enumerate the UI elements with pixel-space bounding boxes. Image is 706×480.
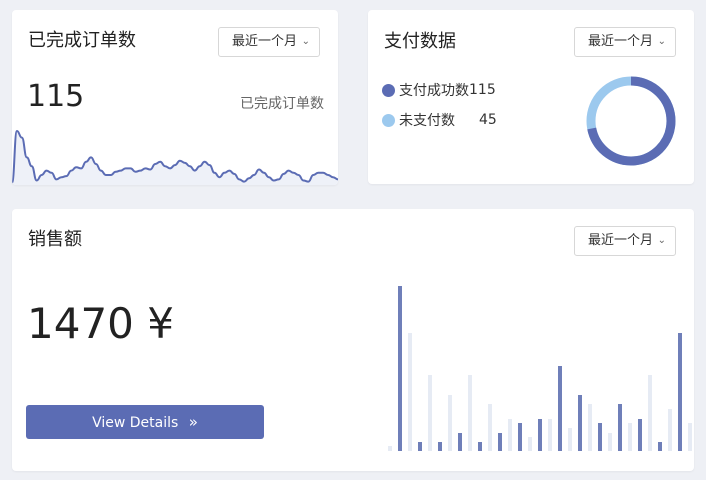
- sales-bar: [488, 404, 492, 451]
- legend-dot-success: [382, 83, 395, 97]
- legend-dot-unpaid: [382, 113, 395, 127]
- orders-caption: 已完成订单数: [240, 96, 324, 112]
- legend-success-value: 115: [469, 82, 496, 98]
- orders-card: 已完成订单数 最近一个月 ⌄ 115 已完成订单数: [12, 10, 338, 185]
- sales-bar: [628, 423, 632, 451]
- orders-range-value: 最近一个月: [232, 34, 298, 49]
- sales-bar: [518, 423, 522, 451]
- sales-bar: [428, 375, 432, 451]
- sales-bar: [608, 433, 612, 451]
- sales-bar: [558, 366, 562, 451]
- sales-bar: [448, 395, 452, 451]
- payments-range-select[interactable]: 最近一个月 ⌄: [574, 27, 676, 57]
- legend-success-label: 支付成功数: [399, 83, 469, 99]
- sales-bar: [508, 419, 512, 451]
- legend-unpaid-label: 未支付数: [399, 113, 455, 129]
- sales-bar: [598, 423, 602, 451]
- sales-bar: [678, 333, 682, 451]
- sales-bar: [658, 442, 662, 451]
- legend-unpaid: 未支付数 45: [382, 110, 497, 130]
- payments-range-value: 最近一个月: [588, 34, 654, 49]
- legend-unpaid-value: 45: [479, 112, 497, 128]
- legend-success: 支付成功数 115: [382, 80, 496, 100]
- sales-bar: [468, 375, 472, 451]
- sales-bar: [528, 437, 532, 451]
- sales-bar: [498, 433, 502, 451]
- view-details-button[interactable]: View Details »: [26, 405, 264, 439]
- orders-range-select[interactable]: 最近一个月 ⌄: [218, 27, 320, 57]
- sales-bar: [578, 395, 582, 451]
- sales-bar: [548, 419, 552, 451]
- sales-bar: [478, 442, 482, 451]
- payments-card-title: 支付数据: [384, 31, 456, 52]
- sales-bar: [638, 419, 642, 451]
- sales-range-select[interactable]: 最近一个月 ⌄: [574, 226, 676, 256]
- sales-bar: [618, 404, 622, 451]
- sales-bar: [688, 423, 692, 451]
- payments-card: 支付数据 最近一个月 ⌄ 支付成功数 115 未支付数 45: [368, 10, 694, 184]
- sales-bar-chart: [388, 286, 692, 451]
- orders-value: 115: [27, 79, 85, 114]
- orders-card-title: 已完成订单数: [28, 30, 136, 51]
- sales-card: 销售额 最近一个月 ⌄ 1470 ¥ View Details »: [12, 209, 694, 471]
- view-details-label: View Details: [92, 415, 179, 431]
- sales-bar: [588, 404, 592, 451]
- sales-bar: [458, 433, 462, 451]
- sales-bar: [408, 333, 412, 451]
- sales-bar: [538, 419, 542, 451]
- sales-card-title: 销售额: [28, 229, 82, 250]
- sales-bar: [668, 409, 672, 451]
- sales-bar: [568, 428, 572, 451]
- sales-bar: [388, 446, 392, 451]
- sales-bar: [398, 286, 402, 451]
- chevron-down-icon: ⌄: [657, 235, 666, 246]
- sales-bar: [648, 375, 652, 451]
- payments-donut: [586, 76, 676, 166]
- chevron-down-icon: ⌄: [657, 36, 666, 47]
- sales-bar: [438, 442, 442, 451]
- double-chevron-right-icon: »: [188, 413, 198, 431]
- chevron-down-icon: ⌄: [301, 36, 310, 47]
- sales-value: 1470 ¥: [27, 299, 174, 348]
- sales-bar: [418, 442, 422, 451]
- orders-sparkline: [12, 129, 338, 185]
- sales-range-value: 最近一个月: [588, 233, 654, 248]
